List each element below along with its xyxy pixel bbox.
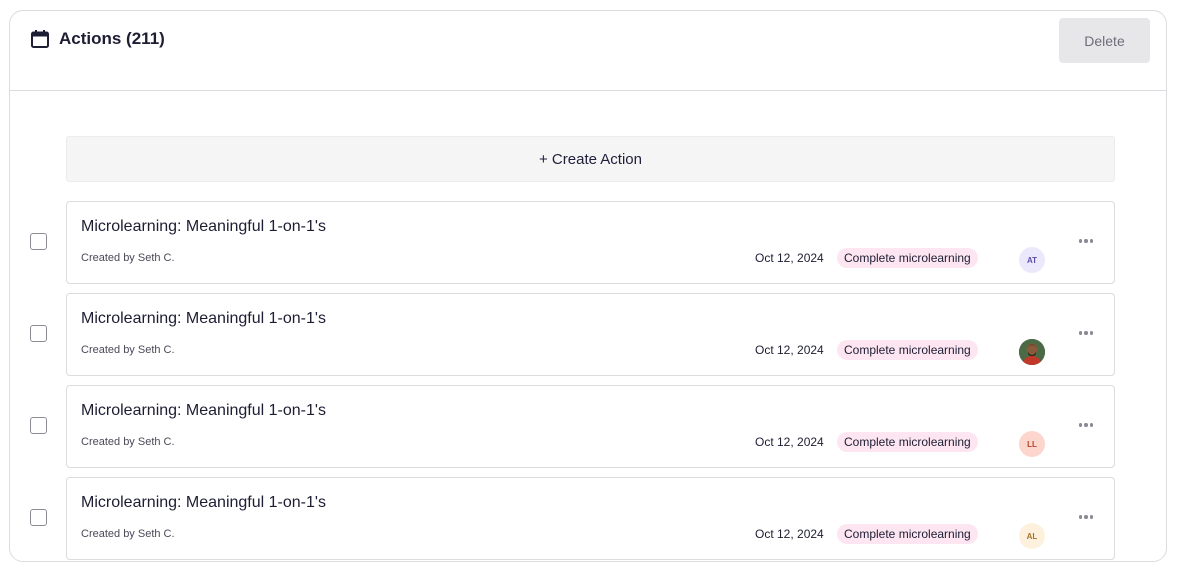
more-options-icon[interactable] xyxy=(1074,416,1098,434)
avatar-photo-icon xyxy=(1019,339,1045,365)
action-checkbox[interactable] xyxy=(30,233,47,250)
action-created-by: Created by Seth C. xyxy=(81,252,175,264)
more-options-icon[interactable] xyxy=(1074,508,1098,526)
action-status-badge: Complete microlearning xyxy=(837,432,978,452)
action-title: Microlearning: Meaningful 1-on-1's xyxy=(81,218,326,235)
action-card[interactable]: Microlearning: Meaningful 1-on-1's Create… xyxy=(66,477,1115,560)
action-date: Oct 12, 2024 xyxy=(755,251,824,265)
action-title: Microlearning: Meaningful 1-on-1's xyxy=(81,402,326,419)
calendar-icon xyxy=(31,30,49,48)
action-title: Microlearning: Meaningful 1-on-1's xyxy=(81,494,326,511)
action-row: Microlearning: Meaningful 1-on-1's Create… xyxy=(10,201,1166,285)
action-created-by: Created by Seth C. xyxy=(81,436,175,448)
actions-panel: Actions (211) Delete + Create Action Mic… xyxy=(9,10,1167,562)
action-checkbox[interactable] xyxy=(30,325,47,342)
action-row: Microlearning: Meaningful 1-on-1's Create… xyxy=(10,293,1166,377)
action-card[interactable]: Microlearning: Meaningful 1-on-1's Create… xyxy=(66,385,1115,468)
action-row: Microlearning: Meaningful 1-on-1's Create… xyxy=(10,477,1166,561)
more-options-icon[interactable] xyxy=(1074,232,1098,250)
page-title: Actions (211) xyxy=(59,29,165,48)
assignee-avatar[interactable]: LL xyxy=(1019,431,1045,457)
action-created-by: Created by Seth C. xyxy=(81,528,175,540)
title-group: Actions (211) xyxy=(30,29,165,49)
create-action-button[interactable]: + Create Action xyxy=(66,136,1115,182)
action-date: Oct 12, 2024 xyxy=(755,343,824,357)
action-created-by: Created by Seth C. xyxy=(81,344,175,356)
action-date: Oct 12, 2024 xyxy=(755,527,824,541)
action-card[interactable]: Microlearning: Meaningful 1-on-1's Create… xyxy=(66,293,1115,376)
action-date: Oct 12, 2024 xyxy=(755,435,824,449)
action-row: Microlearning: Meaningful 1-on-1's Create… xyxy=(10,385,1166,469)
assignee-avatar[interactable]: AL xyxy=(1019,523,1045,549)
assignee-avatar[interactable]: AT xyxy=(1019,247,1045,273)
assignee-avatar[interactable] xyxy=(1019,339,1045,365)
action-checkbox[interactable] xyxy=(30,509,47,526)
action-status-badge: Complete microlearning xyxy=(837,524,978,544)
panel-header: Actions (211) Delete xyxy=(10,11,1166,91)
action-card[interactable]: Microlearning: Meaningful 1-on-1's Create… xyxy=(66,201,1115,284)
more-options-icon[interactable] xyxy=(1074,324,1098,342)
action-status-badge: Complete microlearning xyxy=(837,340,978,360)
action-title: Microlearning: Meaningful 1-on-1's xyxy=(81,310,326,327)
action-checkbox[interactable] xyxy=(30,417,47,434)
action-status-badge: Complete microlearning xyxy=(837,248,978,268)
delete-button[interactable]: Delete xyxy=(1059,18,1150,63)
